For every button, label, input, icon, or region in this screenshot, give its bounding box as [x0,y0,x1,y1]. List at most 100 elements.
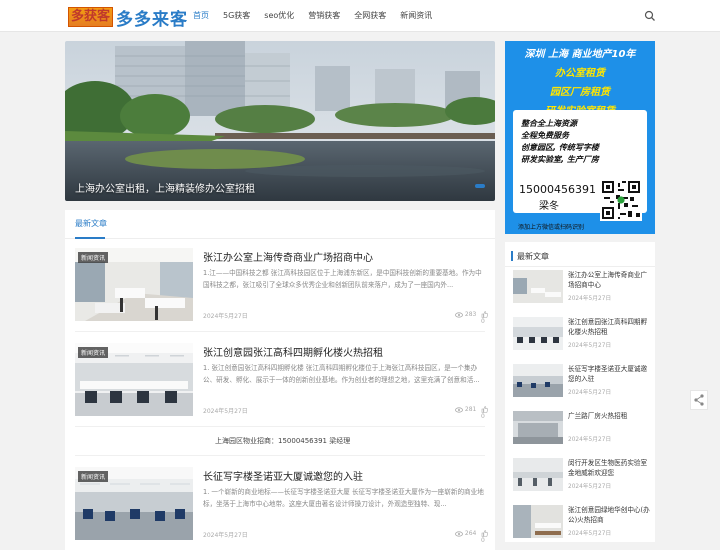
site-header: 多获客 多多来客 首页 5G获客 seo优化 营销获客 全网获客 新闻资讯 [0,0,720,32]
sidebar-article[interactable]: 闵行开发区生物医药实验室金地威新欢迎您 2024年5月27日 [513,458,653,498]
sidebar-thumbnail[interactable] [513,317,563,350]
like-count-value: 0 [481,537,485,544]
ad-contact-name: 梁冬 [539,201,559,212]
sidebar-article-date: 2024年5月27日 [568,390,612,396]
sidebar-article[interactable]: 张江创意园张江高科四期孵化楼火热招租 2024年5月27日 [513,317,653,357]
nav-network[interactable]: 全网获客 [347,0,393,32]
ad-box-line: 全程免费服务 [521,131,569,140]
like-count-value: 0 [481,413,485,420]
view-count-value: 283 [464,311,477,318]
main-nav: 首页 5G获客 seo优化 营销获客 全网获客 新闻资讯 [186,0,439,32]
article-thumbnail[interactable]: 新闻资讯 [75,343,193,416]
contact-notice: 上海园区物业招商：15000456391 梁经理 [215,437,351,445]
share-button[interactable] [690,390,708,410]
article-item[interactable]: 新闻资讯 长征写字楼圣诺亚大厦诚邀您的入驻 1. 一个崭新的商业地标——长征写字… [75,467,488,547]
article-title[interactable]: 张江办公室上海传奇商业广场招商中心 [203,249,373,264]
sidebar-thumbnail[interactable] [513,458,563,491]
nav-home[interactable]: 首页 [186,0,216,32]
like-count[interactable]: 0 [481,406,488,420]
sidebar-article-date: 2024年5月27日 [568,343,612,349]
like-count-value: 0 [481,318,485,325]
eye-icon [455,406,463,413]
sidebar-article[interactable]: 张江办公室上海传奇商业广场招商中心 2024年5月27日 [513,270,653,310]
factory-image [513,411,563,444]
office-image [513,505,563,538]
sidebar-article-date: 2024年5月27日 [568,531,612,537]
divider [505,266,655,267]
nav-news[interactable]: 新闻资讯 [393,0,439,32]
nav-5g[interactable]: 5G获客 [216,0,257,32]
category-tag[interactable]: 新闻资讯 [78,471,109,482]
sidebar-article-title[interactable]: 广兰路厂房火热招租 [568,411,650,421]
article-date: 2024年5月27日 [203,532,248,539]
sidebar-thumbnail[interactable] [513,364,563,397]
logo-badge: 多获客 [68,7,114,27]
sidebar-latest: 最新文章 张江办公室上海传奇商业广场招商中心 2024年5月27日 张江创意园张… [505,242,655,542]
office-image [513,364,563,397]
sidebar-thumbnail[interactable] [513,411,563,444]
hero-banner[interactable]: 上海办公室出租，上海精装修办公室招租 [65,41,495,201]
article-item[interactable]: 新闻资讯 张江创意园张江高科四期孵化楼火热招租 1. 张江创意园张江高科四期孵化… [75,343,488,423]
eye-icon [455,530,463,537]
article-thumbnail[interactable]: 新闻资讯 [75,467,193,540]
panel-title: 最新文章 [75,219,107,228]
sidebar-article-title[interactable]: 长征写字楼圣诺亚大厦诚邀您的入驻 [568,364,650,384]
ad-banner[interactable]: 深圳 上海 商业地产10年 办公室租赁 园区厂房租赁 研发实验室租赁 整合全上海… [505,41,655,234]
ad-phone: 15000456391 [519,183,596,196]
divider [65,238,495,239]
logo-text: 多多来客 [116,9,189,30]
nav-seo[interactable]: seo优化 [257,0,301,32]
sidebar-article-date: 2024年5月27日 [568,484,612,490]
sidebar-article[interactable]: 广兰路厂房火热招租 2024年5月27日 [513,411,653,451]
view-count: 283 [455,311,476,318]
article-excerpt: 1.江——中国科技之都 张江高科技园区位于上海浦东新区，是中国科技创新的重要基地… [203,269,482,289]
sidebar-title: 最新文章 [517,252,549,261]
nav-marketing[interactable]: 营销获客 [301,0,347,32]
site-logo[interactable]: 多获客 多多来客 [68,6,189,30]
sidebar-article[interactable]: 张江创意园绿地华创中心(办公)火热招商 2024年5月27日 [513,505,653,545]
search-icon[interactable] [644,10,656,22]
sidebar-article-title[interactable]: 张江创意园绿地华创中心(办公)火热招商 [568,505,650,525]
sidebar-article-title[interactable]: 闵行开发区生物医药实验室金地威新欢迎您 [568,458,650,478]
latest-articles-panel: 最新文章 新闻资讯 张江办公室上海传奇商业广场招商中心 1.江——中国科技之都 … [65,210,495,550]
divider [75,426,485,427]
view-count-value: 281 [464,406,477,413]
sidebar-article-title[interactable]: 张江创意园张江高科四期孵化楼火热招租 [568,317,650,337]
category-tag[interactable]: 新闻资讯 [78,252,109,263]
article-item[interactable]: 新闻资讯 张江办公室上海传奇商业广场招商中心 1.江——中国科技之都 张江高科技… [75,248,488,328]
view-count: 264 [455,530,476,537]
title-accent-bar [511,251,513,261]
article-title[interactable]: 张江创意园张江高科四期孵化楼火热招租 [203,344,383,359]
thumbs-up-icon [481,406,488,413]
sidebar-thumbnail[interactable] [513,505,563,538]
lab-image [513,458,563,491]
ad-line3: 园区厂房租赁 [550,87,610,98]
category-tag[interactable]: 新闻资讯 [78,347,109,358]
sidebar-article-title[interactable]: 张江办公室上海传奇商业广场招商中心 [568,270,650,290]
thumbs-up-icon [481,530,488,537]
banner-image [65,41,495,201]
article-excerpt: 1. 一个崭新的商业地标——长征写字楼圣诺亚大厦 长征写字楼圣诺亚大厦作为一座崭… [203,488,484,508]
ad-line1: 深圳 上海 商业地产10年 [524,49,636,60]
sidebar-article[interactable]: 长征写字楼圣诺亚大厦诚邀您的入驻 2024年5月27日 [513,364,653,404]
divider [75,455,485,456]
like-count[interactable]: 0 [481,530,488,544]
thumbs-up-icon [481,311,488,318]
sidebar-article-date: 2024年5月27日 [568,437,612,443]
qr-code-icon [600,179,642,221]
divider [75,331,485,332]
ad-box-line: 研发实验室, 生产厂房 [521,155,599,164]
ad-box-line: 创意园区, 传统写字楼 [521,143,599,152]
ad-note: 添加上方微信或扫码识别 [518,224,585,231]
ad-box-line: 整合全上海资源 [521,119,577,128]
article-title[interactable]: 长征写字楼圣诺亚大厦诚邀您的入驻 [203,468,363,483]
banner-caption: 上海办公室出租，上海精装修办公室招租 [75,184,255,195]
article-thumbnail[interactable]: 新闻资讯 [75,248,193,321]
article-date: 2024年5月27日 [203,408,248,415]
office-image [513,317,563,350]
like-count[interactable]: 0 [481,311,488,325]
share-icon [694,394,704,406]
office-image [513,270,563,303]
slider-indicator[interactable] [475,184,485,188]
sidebar-thumbnail[interactable] [513,270,563,303]
